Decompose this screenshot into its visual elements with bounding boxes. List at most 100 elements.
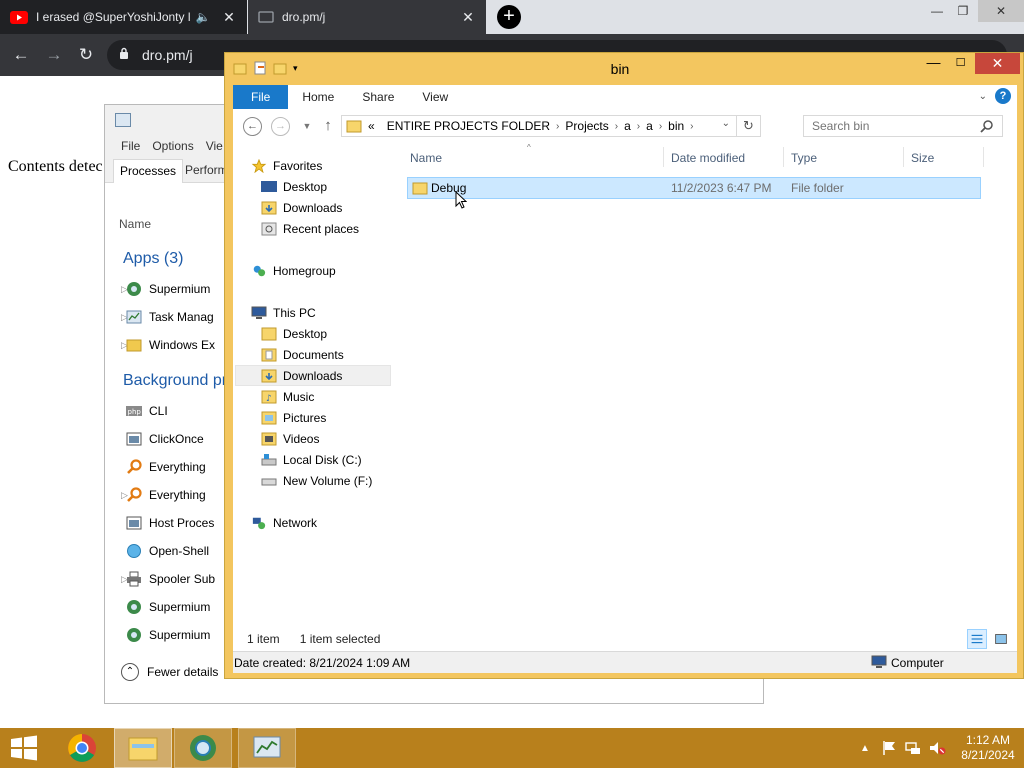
- nav-item-music[interactable]: ♪ Music: [261, 386, 421, 407]
- new-tab-button[interactable]: +: [497, 5, 521, 29]
- ribbon-tab-share[interactable]: Share: [348, 85, 408, 109]
- lock-icon: [120, 47, 128, 59]
- breadcrumb-overflow[interactable]: «: [362, 119, 381, 133]
- column-header-name[interactable]: Name: [119, 217, 151, 231]
- details-view-icon[interactable]: [967, 629, 987, 649]
- column-header-size[interactable]: Size: [911, 151, 934, 165]
- nav-item-local-disk[interactable]: Local Disk (C:): [261, 449, 421, 470]
- column-header-name[interactable]: Name: [410, 151, 442, 165]
- maximize-button[interactable]: ❐: [948, 0, 978, 22]
- address-breadcrumb[interactable]: « ENTIRE PROJECTS FOLDER › Projects › a …: [341, 115, 761, 137]
- process-row[interactable]: ▷ Spooler Sub: [105, 565, 225, 593]
- volume-muted-icon[interactable]: [928, 740, 946, 756]
- network-status-icon[interactable]: [904, 740, 922, 756]
- system-tray: ▲ 1:12 AM 8/21/2024: [856, 728, 1024, 768]
- music-folder-icon: ♪: [261, 390, 277, 404]
- magnifier-icon: [127, 487, 142, 502]
- ribbon-tab-home[interactable]: Home: [288, 85, 348, 109]
- forward-arrow-icon[interactable]: →: [271, 117, 290, 136]
- shell-icon: [127, 544, 141, 558]
- file-row[interactable]: Debug 11/2/2023 6:47 PM File folder: [407, 177, 981, 199]
- breadcrumb-item[interactable]: ENTIRE PROJECTS FOLDER: [381, 119, 556, 133]
- process-row[interactable]: Supermium: [105, 593, 225, 621]
- nav-item-desktop[interactable]: Desktop: [261, 176, 421, 197]
- column-header-date[interactable]: Date modified: [671, 151, 745, 165]
- reload-icon[interactable]: ↻: [75, 44, 97, 66]
- browser-tab-active[interactable]: dro.pm/j ✕: [248, 0, 486, 34]
- tab-processes[interactable]: Processes: [113, 159, 184, 183]
- process-row[interactable]: ▷ Supermium: [105, 275, 225, 303]
- process-row[interactable]: ▷ Windows Ex: [105, 331, 225, 359]
- nav-item-new-volume[interactable]: New Volume (F:): [261, 470, 421, 491]
- taskbar-chrome[interactable]: [58, 728, 106, 768]
- group-header-apps: Apps (3): [123, 250, 184, 267]
- start-button[interactable]: [0, 728, 48, 768]
- expand-ribbon-icon[interactable]: ⌄: [979, 91, 987, 102]
- close-window-button[interactable]: ✕: [978, 0, 1024, 22]
- minimize-button[interactable]: —: [920, 53, 947, 74]
- back-arrow-icon[interactable]: ←: [10, 44, 32, 66]
- up-arrow-icon[interactable]: ↑: [318, 117, 338, 137]
- expand-chevron-icon[interactable]: ▷: [105, 312, 128, 323]
- ribbon-tab-view[interactable]: View: [408, 85, 462, 109]
- ribbon-tab-file[interactable]: File: [233, 85, 289, 109]
- close-tab-icon[interactable]: ✕: [221, 9, 237, 26]
- search-box[interactable]: [803, 115, 1003, 137]
- process-row[interactable]: Supermium: [105, 621, 225, 649]
- taskbar-file-explorer[interactable]: [114, 728, 172, 768]
- nav-item-downloads[interactable]: Downloads: [235, 365, 391, 386]
- close-button[interactable]: ✕: [975, 53, 1020, 74]
- nav-item-documents[interactable]: Documents: [261, 344, 421, 365]
- nav-favorites[interactable]: Favorites: [251, 155, 411, 176]
- close-tab-icon[interactable]: ✕: [460, 9, 476, 26]
- menu-file[interactable]: File: [121, 139, 140, 153]
- process-row[interactable]: ▷ Everything: [105, 481, 225, 509]
- search-input[interactable]: [804, 116, 974, 136]
- column-header-type[interactable]: Type: [791, 151, 817, 165]
- file-date: 11/2/2023 6:47 PM: [671, 181, 772, 195]
- expand-chevron-icon[interactable]: ▷: [105, 284, 128, 295]
- process-row[interactable]: ClickOnce: [105, 425, 225, 453]
- nav-item-recent-places[interactable]: Recent places: [261, 218, 421, 239]
- menu-view[interactable]: Vie: [206, 139, 223, 153]
- address-dropdown-icon[interactable]: ⌄: [722, 118, 730, 129]
- recent-locations-chevron-icon[interactable]: ▼: [297, 117, 317, 137]
- expand-chevron-icon[interactable]: ▷: [105, 574, 128, 585]
- forward-arrow-icon[interactable]: →: [43, 44, 65, 66]
- chevron-right-icon[interactable]: ›: [690, 121, 693, 132]
- browser-tab-youtube[interactable]: I erased @SuperYoshiJonty l 🔈 ✕: [0, 0, 247, 34]
- process-row[interactable]: ▷ Task Manag: [105, 303, 225, 331]
- nav-homegroup[interactable]: Homegroup: [251, 260, 411, 281]
- process-row[interactable]: Open-Shell: [105, 537, 225, 565]
- help-icon[interactable]: ?: [995, 88, 1011, 104]
- breadcrumb-item[interactable]: Projects: [559, 119, 614, 133]
- breadcrumb-item[interactable]: bin: [662, 119, 690, 133]
- nav-item-desktop[interactable]: Desktop: [261, 323, 421, 344]
- explorer-titlebar[interactable]: ▾ bin — ☐ ✕: [225, 53, 1023, 85]
- expand-chevron-icon[interactable]: ▷: [105, 340, 128, 351]
- nav-network[interactable]: Network: [251, 512, 411, 533]
- nav-item-videos[interactable]: Videos: [261, 428, 421, 449]
- back-arrow-icon[interactable]: ←: [243, 117, 262, 136]
- action-center-flag-icon[interactable]: [880, 740, 898, 756]
- breadcrumb-item[interactable]: a: [640, 119, 659, 133]
- process-row[interactable]: php CLI: [105, 397, 225, 425]
- menu-options[interactable]: Options: [152, 139, 193, 153]
- show-hidden-icons-icon[interactable]: ▲: [856, 740, 874, 756]
- large-icons-view-icon[interactable]: [991, 629, 1011, 649]
- nav-item-pictures[interactable]: Pictures: [261, 407, 421, 428]
- clock[interactable]: 1:12 AM 8/21/2024: [952, 733, 1024, 763]
- taskbar-task-manager[interactable]: [238, 728, 296, 768]
- speaker-icon[interactable]: 🔈: [195, 10, 211, 24]
- nav-this-pc[interactable]: This PC: [251, 302, 411, 323]
- maximize-button[interactable]: ☐: [947, 53, 974, 74]
- nav-item-downloads[interactable]: Downloads: [261, 197, 421, 218]
- expand-chevron-icon[interactable]: ▷: [105, 490, 128, 501]
- process-row[interactable]: Host Proces: [105, 509, 225, 537]
- refresh-icon[interactable]: ↻: [736, 116, 760, 136]
- process-row[interactable]: Everything: [105, 453, 225, 481]
- search-icon[interactable]: [980, 119, 994, 133]
- documents-folder-icon: [261, 348, 277, 361]
- taskbar-supermium[interactable]: [174, 728, 232, 768]
- breadcrumb-item[interactable]: a: [618, 119, 637, 133]
